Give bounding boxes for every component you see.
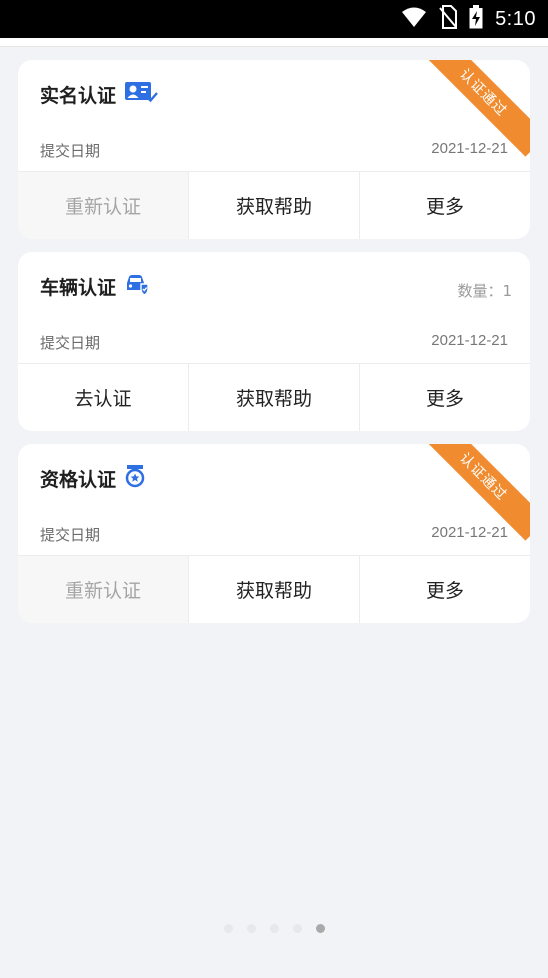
page-dot[interactable]	[292, 924, 302, 933]
battery-charging-icon	[469, 5, 483, 33]
verify-button[interactable]: 去认证	[18, 364, 189, 431]
card-actions: 重新认证 获取帮助 更多	[18, 555, 530, 623]
card-actions: 去认证 获取帮助 更多	[18, 363, 530, 431]
date-label: 提交日期	[40, 334, 101, 352]
reverify-button[interactable]: 重新认证	[18, 556, 189, 623]
date-label: 提交日期	[40, 526, 101, 544]
card-title: 资格认证	[40, 468, 117, 491]
date-value: 2021-12-21	[431, 524, 508, 541]
more-button[interactable]: 更多	[360, 172, 530, 239]
vehicle-count: 数量：1	[457, 282, 512, 300]
reverify-button[interactable]: 重新认证	[18, 172, 189, 239]
date-row: 提交日期 2021-12-21	[40, 524, 508, 545]
card-real-name: 实名认证 认证通过 提交日期 2021-12-21 重新认证 获取帮助 更多	[18, 60, 530, 239]
date-value: 2021-12-21	[431, 140, 508, 157]
date-label: 提交日期	[40, 142, 101, 160]
card-actions: 重新认证 获取帮助 更多	[18, 171, 530, 239]
card-header: 资格认证	[40, 464, 146, 492]
medal-icon	[124, 464, 146, 492]
status-bar: 5:10	[0, 0, 548, 38]
page-indicator	[0, 924, 548, 933]
page-dot[interactable]	[269, 924, 279, 933]
card-vehicle: 车辆认证 数量：1 提交日期 2021-12-21 去认证 获取帮助 更多	[18, 252, 530, 431]
more-button[interactable]: 更多	[360, 364, 530, 431]
page-dot[interactable]	[223, 924, 233, 933]
id-card-check-icon	[124, 80, 158, 108]
car-shield-icon	[124, 272, 150, 300]
card-header: 实名认证	[40, 80, 158, 108]
date-value: 2021-12-21	[431, 332, 508, 349]
wifi-icon	[401, 6, 427, 32]
page-dot-active[interactable]	[315, 924, 325, 933]
get-help-button[interactable]: 获取帮助	[189, 556, 360, 623]
no-sim-icon	[439, 5, 458, 33]
card-header: 车辆认证	[40, 272, 150, 300]
status-icons: 5:10	[401, 5, 536, 33]
card-title: 实名认证	[40, 84, 117, 107]
more-button[interactable]: 更多	[360, 556, 530, 623]
status-time: 5:10	[495, 7, 536, 30]
get-help-button[interactable]: 获取帮助	[189, 172, 360, 239]
date-row: 提交日期 2021-12-21	[40, 140, 508, 161]
card-qualification: 资格认证 认证通过 提交日期 2021-12-21 重新认证 获取帮助 更多	[18, 444, 530, 623]
top-strip	[0, 38, 548, 47]
get-help-button[interactable]: 获取帮助	[189, 364, 360, 431]
card-title: 车辆认证	[40, 276, 117, 299]
date-row: 提交日期 2021-12-21	[40, 332, 508, 353]
page-dot[interactable]	[246, 924, 256, 933]
